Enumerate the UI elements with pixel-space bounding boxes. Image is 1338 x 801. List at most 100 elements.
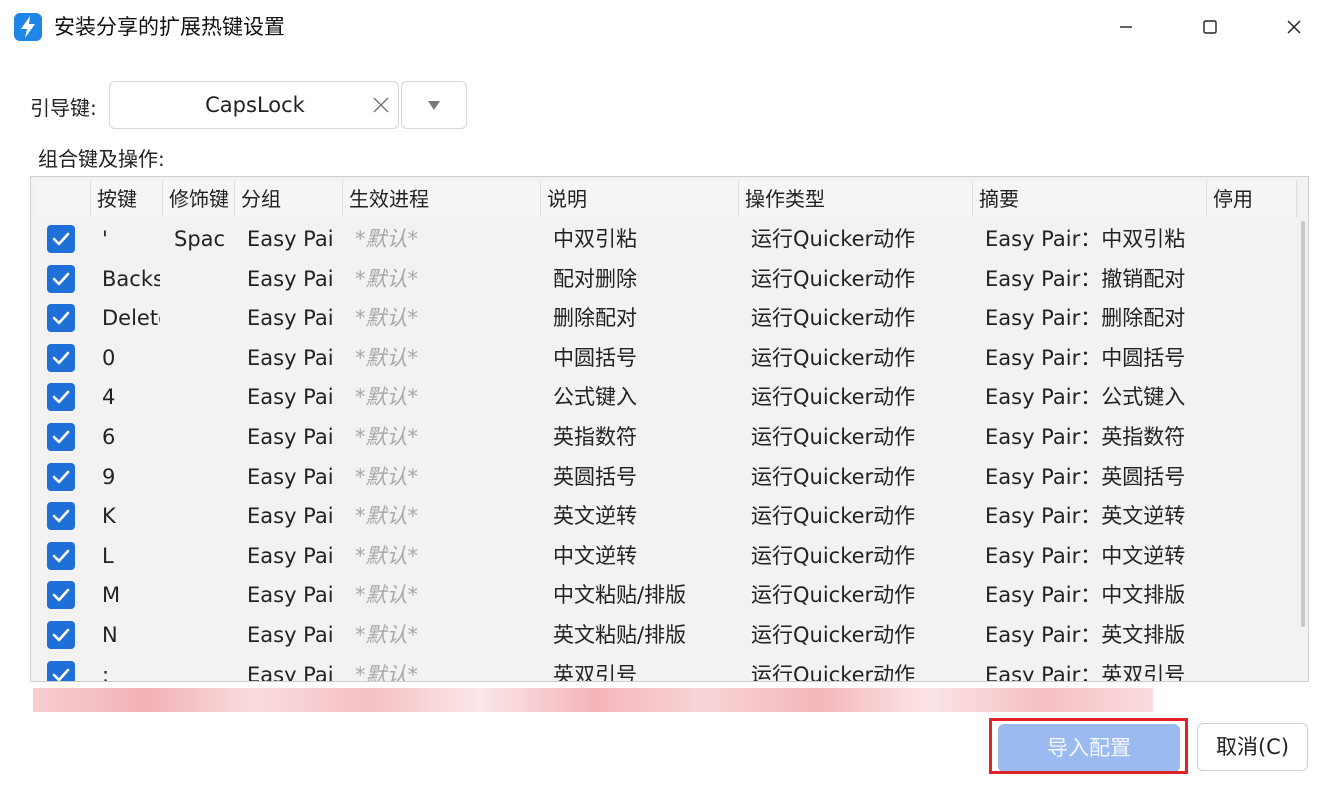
combo-section-label: 组合键及操作: [38,147,165,171]
row-checkbox[interactable] [47,502,75,531]
table-row[interactable]: M Easy Pair *默认* 中文粘贴/排版 运行Quicker动作 Easy Pai… [31,575,1299,615]
cell-description: 英指数符 [553,425,637,449]
cell-process: *默认* [355,662,418,682]
cell-key: 0 [102,345,116,370]
cell-action-type: 运行Quicker动作 [751,425,916,449]
header-modifier[interactable]: 修饰键 [163,181,235,217]
cell-modifier [174,655,226,681]
maximize-button[interactable] [1168,0,1252,54]
leader-key-input[interactable]: CapsLock [109,81,399,129]
cell-key: Backspace [102,266,160,291]
row-checkbox[interactable] [47,462,75,491]
cell-group: Easy Pair [247,543,333,568]
cell-description: 配对删除 [553,266,637,291]
row-checkbox[interactable] [47,225,75,253]
cell-action-type: 运行Quicker动作 [751,266,916,291]
quicker-bolt-icon [14,13,42,41]
table-row[interactable]: 9 Easy Pair *默认* 英圆括号 运行Quicker动作 Easy Pair：英… [31,457,1299,497]
table-row[interactable]: ; Easy Pair *默认* 英双引号 运行Quicker动作 Easy Pair：英… [31,655,1299,682]
table-row[interactable]: N Easy Pair *默认* 英文粘贴/排版 运行Quicker动作 Easy Pai… [31,615,1299,655]
row-checkbox[interactable] [47,383,75,412]
cell-process: *默认* [355,306,418,331]
row-checkbox[interactable] [47,423,75,451]
vertical-scrollbar[interactable] [1301,221,1305,627]
cell-key: N [102,623,118,647]
check-icon [52,628,70,642]
cancel-button[interactable]: 取消(C) [1197,723,1308,771]
cell-action-type: 运行Quicker动作 [751,583,916,608]
minimize-button[interactable] [1084,0,1168,54]
cell-description: 中文逆转 [553,543,637,568]
cell-summary: Easy Pair：中双引粘 [985,227,1186,251]
cell-modifier [174,377,226,417]
header-description[interactable]: 说明 [541,181,739,217]
cell-modifier [174,298,226,338]
hotkey-table: 按键 修饰键 分组 生效进程 说明 操作类型 摘要 停用 ' Space Easy … [30,176,1309,682]
maximize-icon [1203,20,1217,34]
row-checkbox[interactable] [47,343,75,372]
minimize-icon [1120,26,1132,28]
table-row[interactable]: ' Space Easy Pair *默认* 中双引粘 运行Quicker动作 Easy P… [31,219,1299,259]
cell-modifier [174,536,226,576]
cell-modifier [174,417,226,457]
table-row[interactable]: 6 Easy Pair *默认* 英指数符 运行Quicker动作 Easy Pair：英… [31,417,1299,457]
header-select[interactable] [35,181,91,217]
close-icon [1287,20,1301,34]
cell-key: L [102,543,114,568]
header-process[interactable]: 生效进程 [343,181,541,217]
cell-process: *默认* [355,227,418,251]
leader-key-label: 引导键: [30,96,97,120]
cell-group: Easy Pair [247,227,333,251]
cell-action-type: 运行Quicker动作 [751,662,916,682]
check-icon [52,589,70,602]
table-row[interactable]: 4 Easy Pair *默认* 公式键入 运行Quicker动作 Easy Pair：公… [31,377,1299,417]
check-icon [52,509,70,523]
row-checkbox[interactable] [47,304,75,333]
row-checkbox[interactable] [47,621,75,649]
cell-action-type: 运行Quicker动作 [751,385,916,410]
check-icon [52,430,70,444]
cell-action-type: 运行Quicker动作 [751,464,916,489]
cell-summary: Easy Pair：中文排版 [985,583,1186,608]
cell-process: *默认* [355,266,418,291]
cell-modifier [174,496,226,536]
cell-group: Easy Pair [247,266,333,291]
cell-group: Easy Pair [247,623,333,647]
clear-icon[interactable] [368,92,394,118]
check-icon [52,549,70,563]
row-checkbox[interactable] [47,541,75,570]
row-checkbox[interactable] [47,581,75,610]
close-button[interactable] [1252,0,1336,54]
cell-summary: Easy Pair：英文排版 [985,623,1186,647]
cell-action-type: 运行Quicker动作 [751,504,916,529]
cell-process: *默认* [355,543,418,568]
header-group[interactable]: 分组 [235,181,343,217]
table-row[interactable]: 0 Easy Pair *默认* 中圆括号 运行Quicker动作 Easy Pair：中… [31,338,1299,378]
header-key[interactable]: 按键 [91,181,163,217]
header-disabled[interactable]: 停用 [1207,181,1297,217]
cell-process: *默认* [355,385,418,410]
table-row[interactable]: Backspace Easy Pair *默认* 配对删除 运行Quicker动作 Eas… [31,259,1299,299]
cell-group: Easy Pair [247,583,333,608]
cell-modifier [174,338,226,378]
cell-action-type: 运行Quicker动作 [751,543,916,568]
leader-key-dropdown-button[interactable] [401,81,467,129]
cell-modifier: Space [174,227,226,251]
check-icon [52,470,70,483]
cell-action-type: 运行Quicker动作 [751,306,916,331]
table-row[interactable]: Delete Easy Pair *默认* 删除配对 运行Quicker动作 Easy P… [31,298,1299,338]
check-icon [52,311,70,325]
cell-key: ; [102,662,110,682]
header-action-type[interactable]: 操作类型 [739,181,973,217]
cell-group: Easy Pair [247,464,333,489]
row-checkbox[interactable] [47,660,75,681]
table-row[interactable]: K Easy Pair *默认* 英文逆转 运行Quicker动作 Easy Pair：英… [31,496,1299,536]
cell-description: 英圆括号 [553,464,637,489]
cell-modifier [174,615,226,655]
cell-process: *默认* [355,345,418,370]
row-checkbox[interactable] [47,264,75,293]
header-summary[interactable]: 摘要 [973,181,1207,217]
check-icon [52,232,70,246]
cell-modifier [174,575,226,615]
table-row[interactable]: L Easy Pair *默认* 中文逆转 运行Quicker动作 Easy Pair：中… [31,536,1299,576]
